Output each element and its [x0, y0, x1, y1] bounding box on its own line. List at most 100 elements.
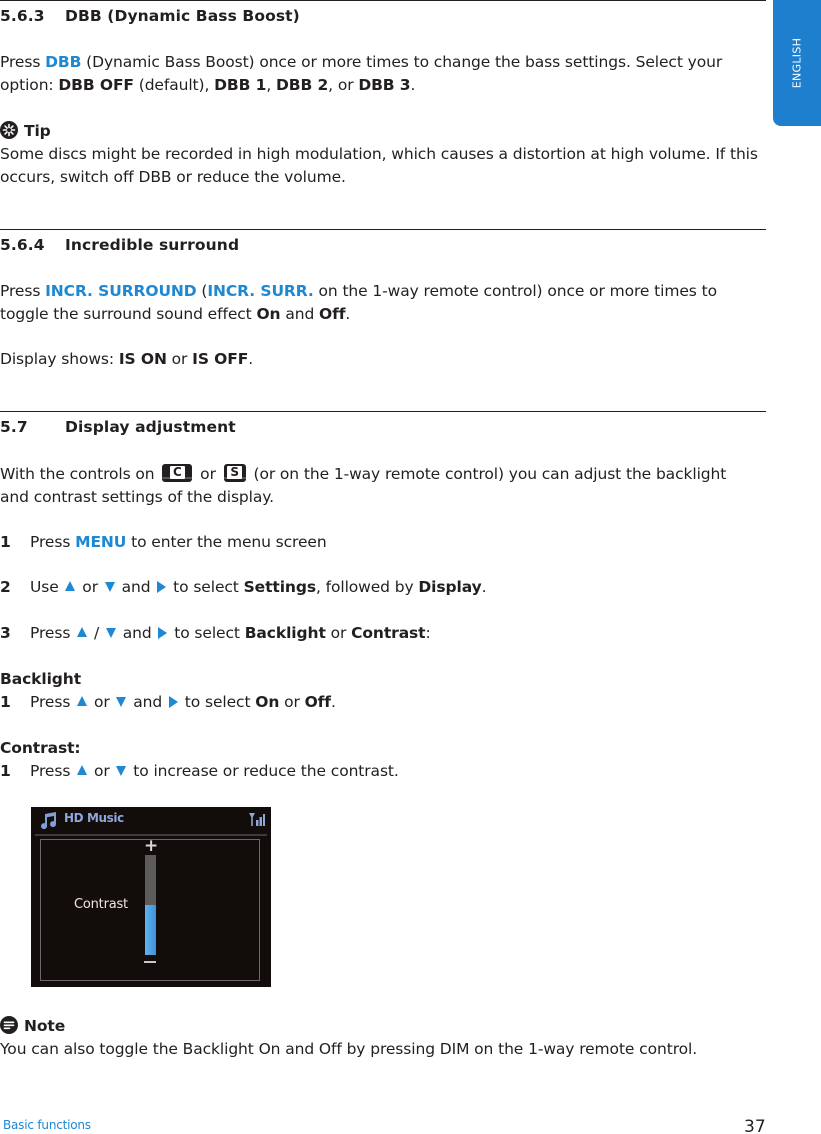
- option-dbb-1: DBB 1: [214, 76, 267, 94]
- text: option:: [0, 76, 59, 94]
- plus-icon: +: [144, 836, 159, 856]
- tip-heading: Tip: [0, 120, 51, 143]
- display-is-off: IS OFF: [192, 350, 249, 368]
- step-2: 2 Use or and to select Settings, followed…: [0, 578, 487, 596]
- text: Press: [30, 624, 76, 642]
- text: /: [89, 624, 104, 642]
- text: .: [248, 350, 254, 368]
- section-divider: [0, 411, 766, 412]
- step-number: 2: [0, 578, 11, 596]
- right-arrow-icon: [168, 695, 178, 708]
- text: Press: [0, 282, 46, 300]
- note-heading: Note: [0, 1015, 65, 1038]
- contrast-label: Contrast: [74, 897, 128, 912]
- key-letter: C: [170, 465, 185, 479]
- text: or: [77, 578, 103, 596]
- tip-text-line2: occurs, switch off DBB or reduce the vol…: [0, 168, 346, 186]
- step-number: 3: [0, 624, 11, 642]
- screen-header: HD Music: [31, 807, 271, 833]
- note-icon: [0, 1015, 18, 1034]
- text: Press: [30, 533, 76, 551]
- option-dbb-2: DBB 2: [275, 76, 329, 94]
- note-label: Note: [24, 1017, 66, 1035]
- text: to increase or reduce the contrast.: [128, 762, 399, 780]
- text: ,: [266, 76, 276, 94]
- text: Press: [30, 762, 76, 780]
- text: , followed by: [315, 578, 419, 596]
- step-1: 1 Press MENU to enter the menu screen: [0, 533, 327, 551]
- section-heading-dbb: 5.6.3 DBB (Dynamic Bass Boost): [0, 7, 300, 25]
- text: Use: [30, 578, 64, 596]
- right-arrow-icon: [157, 580, 167, 593]
- device-screen-illustration: HD Music Contrast +: [31, 807, 271, 987]
- down-arrow-icon: [116, 765, 127, 776]
- text: With the controls on: [0, 465, 160, 483]
- section-divider: [0, 229, 766, 230]
- section-number: 5.7: [0, 418, 28, 436]
- dbb-key: DBB: [45, 53, 82, 71]
- text: or: [89, 693, 115, 711]
- contrast-level-fill: [145, 905, 156, 955]
- option-dbb-off: DBB OFF: [58, 76, 134, 94]
- step-3: 3 Press / and to select Backlight or Cont…: [0, 624, 431, 642]
- tip-icon: [0, 120, 18, 139]
- step-number: 1: [0, 762, 11, 780]
- backlight-label: Backlight: [244, 624, 326, 642]
- text: :: [425, 624, 431, 642]
- text: and: [116, 578, 156, 596]
- text: and: [117, 624, 157, 642]
- step-number: 1: [0, 693, 11, 711]
- text: toggle the surround sound effect: [0, 305, 257, 323]
- text: (: [196, 282, 208, 300]
- display-intro-line2: and contrast settings of the display.: [0, 488, 274, 506]
- key-letter: S: [227, 465, 242, 479]
- surround-paragraph-line1: Press INCR. SURROUND (INCR. SURR. on the…: [0, 280, 717, 303]
- incr-surround-key: INCR. SURROUND: [45, 282, 197, 300]
- contrast-label: Contrast: [351, 624, 426, 642]
- text: Press: [30, 693, 76, 711]
- text: .: [330, 693, 336, 711]
- display-intro-line1: With the controls on C or S (or on the 1…: [0, 463, 726, 486]
- signal-strength-icon: [249, 813, 265, 826]
- menu-key: MENU: [75, 533, 127, 551]
- note-text: You can also toggle the Backlight On and…: [0, 1040, 698, 1058]
- music-note-icon: [41, 812, 57, 830]
- text: (default),: [133, 76, 215, 94]
- down-arrow-icon: [105, 627, 116, 638]
- step-number: 1: [0, 533, 11, 551]
- up-arrow-icon: [77, 764, 88, 775]
- section-heading-surround: 5.6.4 Incredible surround: [0, 236, 239, 254]
- display-is-on: IS ON: [118, 350, 167, 368]
- section-heading-display: 5.7 Display adjustment: [0, 418, 236, 436]
- section-number: 5.6.3: [0, 7, 45, 25]
- text: .: [410, 76, 416, 94]
- up-arrow-icon: [77, 626, 88, 637]
- text: .: [481, 578, 487, 596]
- text: , or: [328, 76, 359, 94]
- contrast-step-1: 1 Press or to increase or reduce the cont…: [0, 762, 399, 780]
- backlight-heading: Backlight: [0, 670, 82, 688]
- option-off: Off: [304, 693, 331, 711]
- language-tab: ENGLISH: [773, 0, 821, 126]
- text: Display shows:: [0, 350, 119, 368]
- text: or: [325, 624, 352, 642]
- surround-paragraph-line2: toggle the surround sound effect On and …: [0, 303, 350, 326]
- dbb-paragraph-line2: option: DBB OFF (default), DBB 1, DBB 2,…: [0, 74, 415, 97]
- section-title: Incredible surround: [65, 236, 240, 254]
- footer-section-name: Basic functions: [3, 1118, 91, 1132]
- right-arrow-icon: [158, 626, 168, 639]
- text: .: [345, 305, 351, 323]
- text: to enter the menu screen: [126, 533, 327, 551]
- minus-icon: [144, 961, 156, 963]
- settings-label: Settings: [243, 578, 316, 596]
- down-arrow-icon: [116, 696, 127, 707]
- tip-text-line1: Some discs might be recorded in high mod…: [0, 145, 758, 163]
- page-number: 37: [744, 1117, 766, 1134]
- option-on: On: [256, 305, 281, 323]
- screen-title: HD Music: [64, 811, 124, 825]
- up-arrow-icon: [77, 695, 88, 706]
- contrast-level-bar: [145, 855, 156, 955]
- down-arrow-icon: [104, 581, 115, 592]
- section-number: 5.6.4: [0, 236, 45, 254]
- text: or: [195, 465, 221, 483]
